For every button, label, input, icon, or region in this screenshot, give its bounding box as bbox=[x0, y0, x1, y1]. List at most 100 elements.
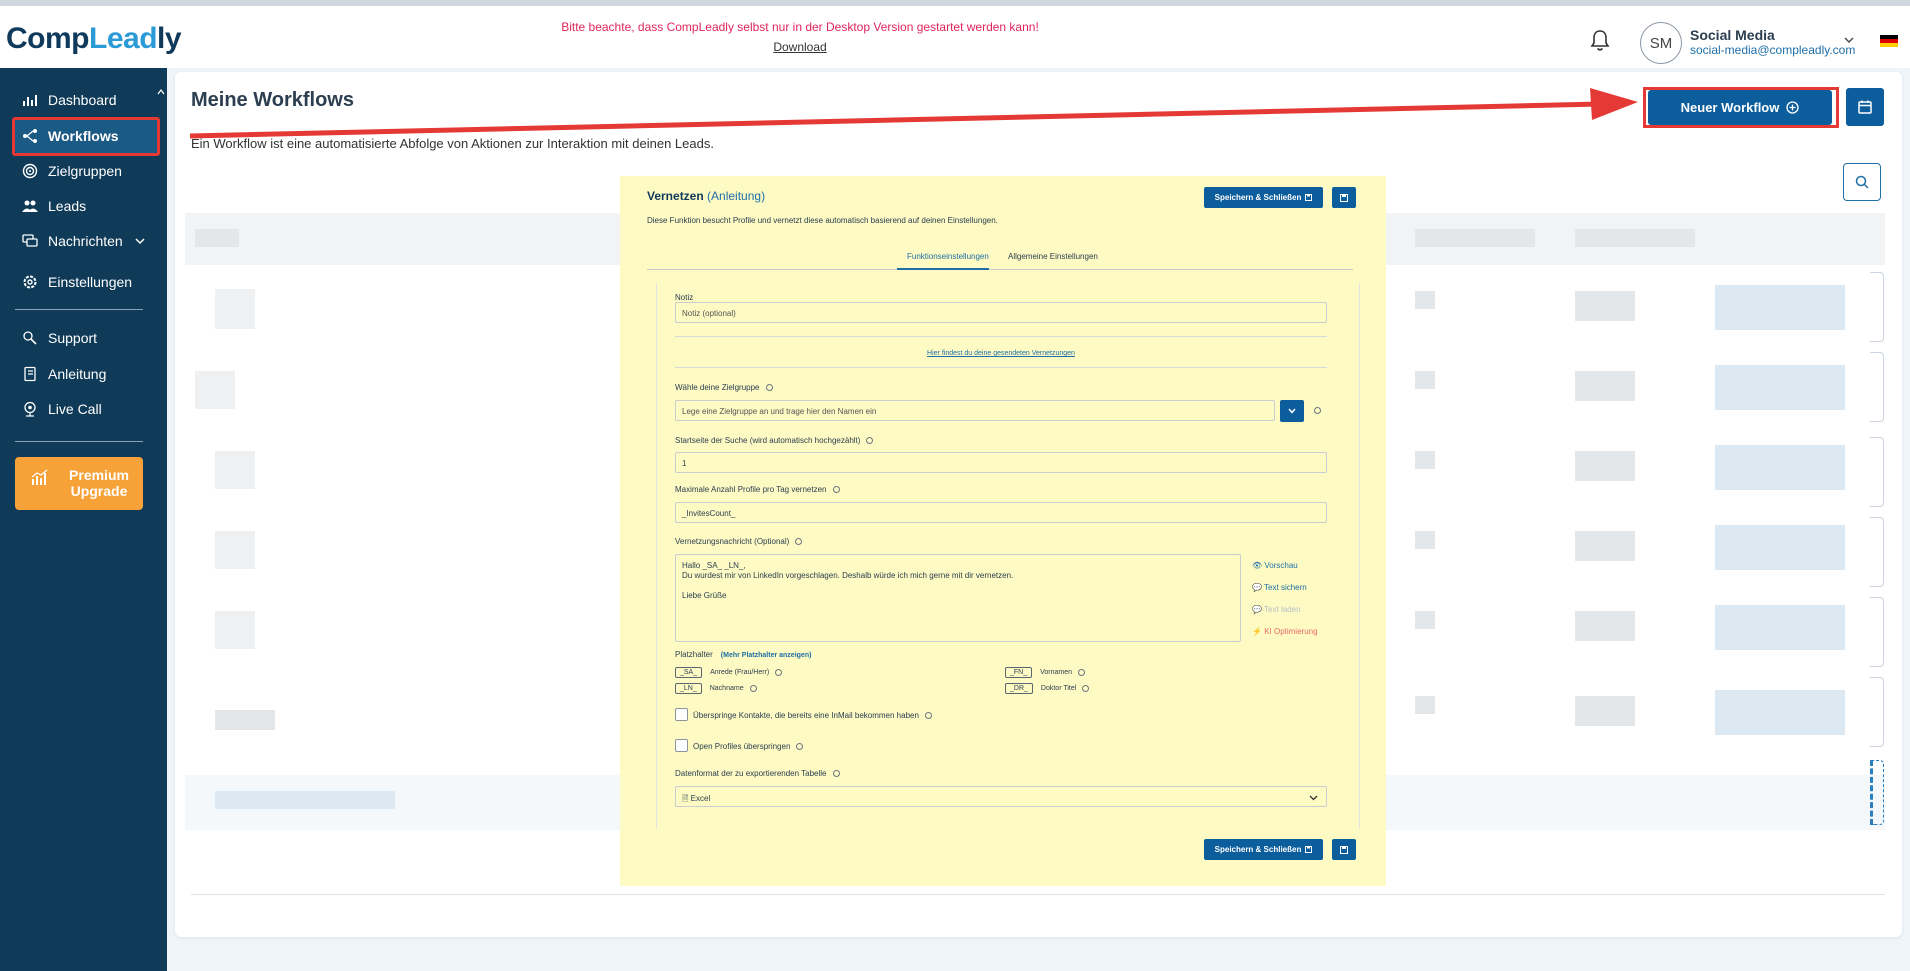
note-label: Notiz bbox=[675, 293, 694, 302]
row-edge bbox=[1870, 517, 1884, 587]
sidebar-item-label: Support bbox=[48, 330, 98, 346]
message-textarea[interactable]: Hallo _SA_ _LN_, Du wurdest mir von Link… bbox=[675, 554, 1241, 642]
skip-inmail-checkbox[interactable] bbox=[675, 708, 688, 721]
placeholder-tag: _FN_ bbox=[1005, 667, 1033, 678]
more-placeholders-link[interactable]: (Mehr Platzhalter anzeigen) bbox=[721, 652, 812, 659]
target-icon bbox=[22, 163, 38, 179]
collapse-icon[interactable] bbox=[157, 88, 165, 96]
sidebar-item-einstellungen[interactable]: Einstellungen bbox=[22, 270, 132, 294]
german-flag-icon[interactable] bbox=[1880, 35, 1898, 47]
placeholder-tag: _DR_ bbox=[1005, 683, 1033, 694]
placeholder-sa[interactable]: _SA_ Anrede (Frau/Herr) bbox=[675, 667, 783, 678]
sidebar-item-label: Leads bbox=[48, 198, 87, 214]
message-label: Vernetzungsnachricht (Optional) bbox=[675, 537, 803, 546]
save-close-button-bottom[interactable]: Speichern & Schließen bbox=[1204, 839, 1323, 860]
webcam-icon bbox=[22, 401, 38, 417]
info-icon[interactable] bbox=[775, 668, 783, 676]
annotation-arrow bbox=[189, 88, 1638, 139]
save-icon bbox=[1340, 845, 1348, 854]
placeholder-ln[interactable]: _LN_ Nachname bbox=[675, 683, 757, 694]
skip-open-profiles-checkbox[interactable] bbox=[675, 739, 688, 752]
tab-general-settings[interactable]: Allgemeine Einstellungen bbox=[1008, 252, 1098, 261]
save-close-button[interactable]: Speichern & Schließen bbox=[1204, 187, 1323, 208]
sidebar-item-dashboard[interactable]: Dashboard bbox=[22, 88, 117, 112]
info-icon[interactable] bbox=[795, 538, 803, 546]
dialog-description: Diese Funktion besucht Profile und verne… bbox=[647, 216, 998, 225]
avatar[interactable]: SM bbox=[1640, 22, 1682, 64]
sidebar-item-anleitung[interactable]: Anleitung bbox=[22, 362, 106, 386]
info-icon[interactable] bbox=[832, 486, 840, 494]
premium-upgrade-button[interactable]: Premium Upgrade bbox=[15, 457, 143, 510]
save-text-action[interactable]: 💬 Text sichern bbox=[1252, 583, 1307, 592]
message-line bbox=[682, 581, 1234, 591]
notice-text: Bitte beachte, dass CompLeadly selbst nu… bbox=[561, 20, 1039, 34]
sidebar-divider bbox=[15, 309, 143, 310]
tab-divider bbox=[647, 269, 1353, 270]
sidebar-item-label: Einstellungen bbox=[48, 274, 133, 290]
chevron-down-icon[interactable] bbox=[1843, 34, 1855, 46]
save-button-bottom[interactable] bbox=[1332, 839, 1356, 860]
note-input[interactable]: Notiz (optional) bbox=[675, 302, 1327, 323]
chevron-down-icon bbox=[1309, 795, 1318, 801]
dialog-title-text: Vernetzen bbox=[647, 189, 704, 203]
max-profiles-input[interactable]: _InvitesCount_ bbox=[675, 502, 1327, 523]
separator bbox=[675, 367, 1327, 368]
target-group-dropdown-button[interactable] bbox=[1280, 400, 1304, 422]
placeholder-desc: Nachname bbox=[709, 685, 744, 692]
max-profiles-label: Maximale Anzahl Profile pro Tag vernetze… bbox=[675, 485, 840, 494]
download-link[interactable]: Download bbox=[773, 40, 826, 54]
info-icon[interactable] bbox=[1082, 684, 1090, 692]
info-icon[interactable] bbox=[1078, 668, 1086, 676]
sidebar-item-support[interactable]: Support bbox=[22, 326, 97, 350]
placeholder-fn[interactable]: _FN_ Vornamen bbox=[1005, 667, 1086, 678]
info-icon[interactable] bbox=[1314, 407, 1321, 414]
search-button[interactable] bbox=[1843, 163, 1881, 201]
info-icon[interactable] bbox=[866, 437, 874, 445]
sidebar-item-live-call[interactable]: Live Call bbox=[22, 397, 102, 421]
ai-optimize-label: KI Optimierung bbox=[1264, 627, 1318, 636]
info-icon[interactable] bbox=[832, 770, 840, 778]
info-icon[interactable] bbox=[924, 712, 932, 720]
tutorial-link[interactable]: (Anleitung) bbox=[707, 189, 765, 203]
premium-line-1: Premium bbox=[69, 467, 129, 483]
sidebar-item-leads[interactable]: Leads bbox=[22, 194, 86, 218]
message-line: Hallo _SA_ _LN_, bbox=[682, 561, 746, 570]
row-edge bbox=[1870, 437, 1884, 507]
bell-icon[interactable] bbox=[1588, 28, 1612, 54]
calendar-button[interactable] bbox=[1846, 88, 1884, 126]
export-format-select[interactable]: 🗎 Excel bbox=[675, 786, 1327, 807]
row-edge bbox=[1870, 677, 1884, 747]
sent-invites-link[interactable]: Hier findest du deine gesendeten Vernetz… bbox=[675, 350, 1327, 357]
premium-line-2: Upgrade bbox=[70, 483, 128, 499]
save-icon bbox=[1340, 193, 1348, 202]
ai-optimize-action[interactable]: ⚡ KI Optimierung bbox=[1252, 627, 1318, 636]
sidebar-item-zielgruppen[interactable]: Zielgruppen bbox=[22, 159, 122, 183]
row-edge bbox=[1870, 597, 1884, 667]
max-profiles-label-text: Maximale Anzahl Profile pro Tag vernetze… bbox=[675, 485, 827, 494]
chevron-down-icon bbox=[1288, 408, 1296, 414]
logo[interactable]: CompLeadly bbox=[6, 22, 182, 56]
placeholder-dr[interactable]: _DR_ Doktor Titel bbox=[1005, 683, 1090, 694]
info-icon[interactable] bbox=[749, 684, 757, 692]
sidebar-item-nachrichten[interactable]: Nachrichten bbox=[22, 229, 145, 253]
message-line: Liebe Grüße bbox=[682, 591, 727, 600]
messages-icon bbox=[22, 233, 38, 249]
info-icon[interactable] bbox=[765, 384, 773, 392]
desktop-notice: Bitte beachte, dass CompLeadly selbst nu… bbox=[560, 20, 1040, 56]
tab-function-settings[interactable]: Funktionseinstellungen bbox=[907, 252, 989, 261]
preview-action[interactable]: 👁 Vorschau bbox=[1252, 561, 1298, 570]
separator bbox=[675, 336, 1327, 337]
sidebar-divider bbox=[15, 441, 143, 442]
sidebar-item-label: Nachrichten bbox=[48, 233, 123, 249]
target-group-select[interactable]: Lege eine Zielgruppe an und trage hier d… bbox=[675, 400, 1275, 421]
save-icon bbox=[1305, 846, 1313, 853]
info-icon[interactable] bbox=[796, 743, 804, 751]
load-text-action[interactable]: 💬 Text laden bbox=[1252, 605, 1301, 614]
export-format-value: Excel bbox=[690, 794, 711, 803]
chart-icon bbox=[22, 92, 38, 108]
start-page-input[interactable]: 1 bbox=[675, 452, 1327, 473]
save-button[interactable] bbox=[1332, 187, 1356, 208]
logo-part-3: ly bbox=[157, 22, 182, 55]
skip-inmail-label: Überspringe Kontakte, die bereits eine I… bbox=[693, 711, 932, 720]
user-email: social-media@compleadly.com bbox=[1690, 43, 1856, 57]
